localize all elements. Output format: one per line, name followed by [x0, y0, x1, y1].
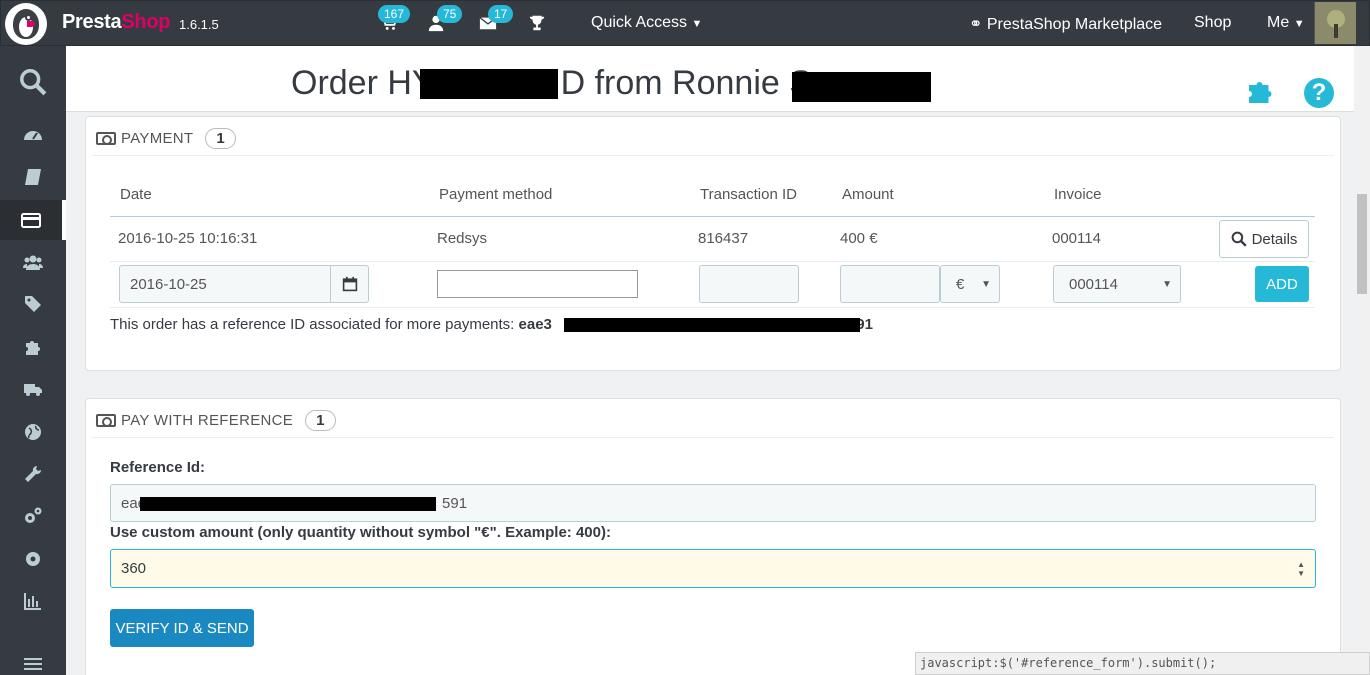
link-icon: ⚭: [969, 16, 983, 33]
reference-panel-heading: PAY WITH REFERENCE 1: [96, 405, 336, 435]
payment-amount: 400 €: [840, 230, 878, 247]
sidebar-item-catalog[interactable]: [0, 157, 66, 197]
column-header-date[interactable]: Date: [120, 186, 152, 203]
sidebar-item-orders[interactable]: [0, 200, 66, 240]
column-header-invoice[interactable]: Invoice: [1054, 186, 1102, 203]
scrollbar-thumb[interactable]: [1357, 194, 1367, 294]
currency-select[interactable]: € ▼: [940, 265, 1000, 303]
sidebar-item-search[interactable]: [0, 62, 66, 102]
truck-icon: [24, 384, 42, 396]
payment-count-badge: 1: [205, 127, 237, 149]
stats-icon: [24, 593, 41, 610]
number-spinner-icon[interactable]: ▲ ▼: [1297, 560, 1305, 578]
invoice-select[interactable]: 000114 ▼: [1053, 265, 1181, 303]
customers-badge: 75: [437, 5, 463, 23]
sidebar-item-administration[interactable]: [0, 539, 66, 579]
sidebar-item-localization[interactable]: [0, 412, 66, 452]
globe-icon: [25, 424, 41, 440]
dropdown-arrow-icon: ▼: [1162, 279, 1172, 290]
sidebar-item-shipping[interactable]: [0, 369, 66, 409]
top-navbar: PrestaShop 1.6.1.5 167 75 17 Quick Acces…: [0, 0, 1370, 46]
modules-puzzle-icon[interactable]: [1244, 76, 1278, 106]
orders-badge: 167: [378, 5, 411, 23]
transaction-id-input[interactable]: [699, 265, 799, 303]
quick-access-menu[interactable]: Quick Access ▼: [591, 14, 702, 32]
verify-and-send-button[interactable]: VERIFY ID & SEND: [110, 609, 254, 647]
menu-collapse-icon: [24, 658, 42, 670]
modules-puzzle-icon: [26, 341, 40, 355]
amount-input[interactable]: [840, 265, 940, 303]
credit-card-icon: [21, 213, 41, 228]
avatar[interactable]: [1314, 2, 1356, 44]
caret-down-icon: ▼: [691, 18, 703, 30]
sidebar-item-price-rules[interactable]: [0, 284, 66, 324]
custom-amount-input[interactable]: 360 ▲ ▼: [110, 549, 1316, 588]
help-icon[interactable]: ?: [1304, 78, 1334, 108]
sidebar-item-advanced[interactable]: [0, 496, 66, 536]
calendar-button[interactable]: [330, 265, 369, 303]
payment-method: Redsys: [437, 230, 488, 247]
transaction-id: 816437: [698, 230, 749, 247]
me-menu[interactable]: Me ▼: [1267, 14, 1305, 32]
redaction-bar: [140, 497, 436, 511]
payment-invoice: 000114: [1052, 230, 1101, 247]
prestashop-logo-icon[interactable]: [5, 3, 47, 45]
scrollbar-track[interactable]: [1354, 46, 1370, 675]
search-icon: [20, 69, 47, 96]
search-icon: [1231, 231, 1247, 247]
payment-date-input[interactable]: 2016-10-25: [119, 265, 331, 303]
calendar-icon: [342, 276, 357, 292]
brand-name[interactable]: PrestaShop: [62, 11, 170, 34]
messages-badge: 17: [488, 5, 514, 23]
trophy-icon: [529, 15, 545, 31]
money-icon: [96, 131, 116, 145]
customers-notification[interactable]: 75: [425, 5, 463, 36]
gear-icon: [26, 552, 40, 566]
version-label: 1.6.1.5: [179, 17, 219, 32]
catalog-book-icon: [25, 169, 41, 185]
reference-count-badge: 1: [305, 409, 336, 431]
column-header-amount[interactable]: Amount: [842, 186, 894, 203]
redaction-bar: [792, 72, 931, 102]
browser-status-bar: javascript:$('#reference_form').submit()…: [915, 652, 1370, 675]
sidebar-item-stats[interactable]: [0, 581, 66, 621]
reference-id-label: Reference Id:: [110, 459, 206, 476]
column-header-transaction-id[interactable]: Transaction ID: [700, 186, 797, 203]
page-header: Order HY D from Ronnie S ?: [66, 46, 1354, 112]
redaction-bar: [564, 318, 860, 332]
wrench-icon: [25, 465, 42, 482]
details-button[interactable]: Details: [1219, 220, 1309, 258]
column-header-payment-method[interactable]: Payment method: [439, 186, 552, 203]
sidebar-item-dashboard[interactable]: [0, 115, 66, 155]
sidebar-item-customers[interactable]: [0, 242, 66, 282]
dropdown-arrow-icon: ▼: [981, 279, 991, 290]
trophy-notification[interactable]: [526, 14, 548, 36]
payment-panel-heading: PAYMENT 1: [96, 123, 237, 153]
payment-date: 2016-10-25 10:16:31: [118, 230, 258, 247]
redaction-bar: [420, 69, 558, 99]
sidebar-item-modules[interactable]: [0, 327, 66, 367]
payment-method-input[interactable]: [437, 270, 638, 298]
cogs-icon: [25, 507, 42, 523]
add-payment-button[interactable]: ADD: [1255, 266, 1309, 302]
customers-icon: [23, 255, 43, 270]
orders-notification[interactable]: 167: [378, 5, 411, 36]
messages-notification[interactable]: 17: [477, 5, 514, 36]
dashboard-icon: [24, 131, 42, 140]
price-tags-icon: [25, 296, 41, 312]
caret-down-icon: ▼: [1293, 18, 1305, 30]
sidebar: [0, 46, 66, 675]
shop-link[interactable]: Shop: [1194, 14, 1231, 32]
marketplace-link[interactable]: ⚭ PrestaShop Marketplace: [969, 14, 1162, 34]
sidebar-collapse-toggle[interactable]: [0, 644, 66, 675]
sidebar-item-preferences[interactable]: [0, 454, 66, 494]
custom-amount-label: Use custom amount (only quantity without…: [110, 524, 611, 541]
money-icon: [96, 413, 116, 427]
